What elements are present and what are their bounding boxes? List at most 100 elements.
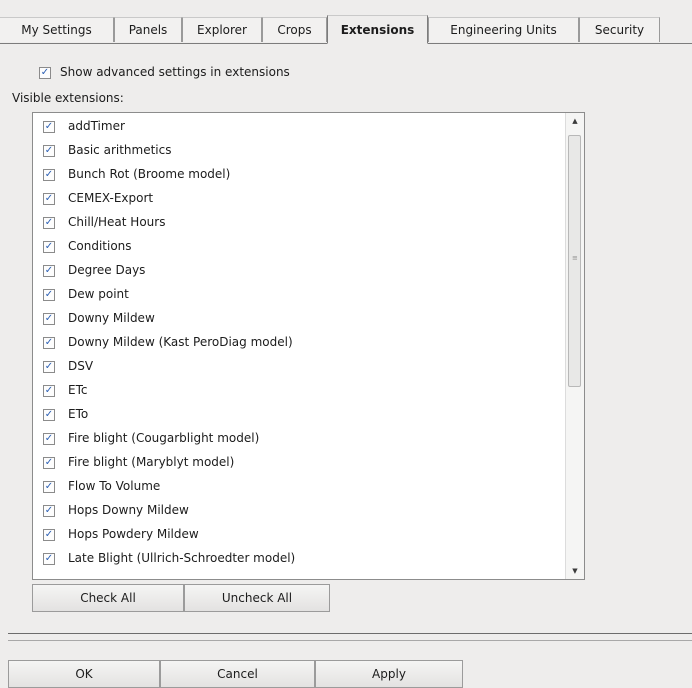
checkmark-icon: ✓ bbox=[44, 505, 54, 516]
checkmark-icon: ✓ bbox=[44, 385, 54, 396]
checkmark-icon: ✓ bbox=[44, 553, 54, 564]
checkmark-icon: ✓ bbox=[40, 67, 50, 78]
tab-security[interactable]: Security bbox=[579, 17, 660, 42]
checkbox[interactable]: ✓ bbox=[43, 217, 55, 229]
checkbox[interactable]: ✓ bbox=[43, 241, 55, 253]
list-item[interactable]: ✓ Fire blight (Maryblyt model) bbox=[33, 451, 563, 475]
list-item-label: Dew point bbox=[68, 287, 129, 301]
extensions-list[interactable]: ✓ addTimer ✓ Basic arithmetics ✓ Bunch Rot … bbox=[32, 112, 585, 580]
advanced-settings-label: Show advanced settings in extensions bbox=[60, 65, 290, 79]
checkbox[interactable]: ✓ bbox=[43, 385, 55, 397]
checkmark-icon: ✓ bbox=[44, 169, 54, 180]
checkbox[interactable]: ✓ bbox=[43, 121, 55, 133]
list-item[interactable]: ✓ Hops Downy Mildew bbox=[33, 499, 563, 523]
checkmark-icon: ✓ bbox=[44, 265, 54, 276]
tab-extensions[interactable]: Extensions bbox=[327, 15, 428, 44]
list-item[interactable]: ✓ ETc bbox=[33, 379, 563, 403]
checkbox[interactable]: ✓ bbox=[43, 193, 55, 205]
list-item[interactable]: ✓ ETo bbox=[33, 403, 563, 427]
checkmark-icon: ✓ bbox=[44, 217, 54, 228]
checkmark-icon: ✓ bbox=[44, 457, 54, 468]
list-item-label: DSV bbox=[68, 359, 94, 373]
list-item[interactable]: ✓ Conditions bbox=[33, 235, 563, 259]
grip-icon: ≡ bbox=[572, 254, 578, 262]
checkbox[interactable]: ✓ bbox=[43, 457, 55, 469]
list-item-label: ETc bbox=[68, 383, 88, 397]
checkbox[interactable]: ✓ bbox=[43, 433, 55, 445]
list-item-label: Downy Mildew bbox=[68, 311, 155, 325]
checkbox[interactable]: ✓ bbox=[43, 529, 55, 541]
list-item-label: Flow To Volume bbox=[68, 479, 161, 493]
tab-my-settings[interactable]: My Settings bbox=[0, 17, 114, 42]
uncheck-all-button[interactable]: Uncheck All bbox=[184, 584, 330, 612]
apply-button[interactable]: Apply bbox=[315, 660, 463, 688]
list-item-label: Hops Powdery Mildew bbox=[68, 527, 199, 541]
check-all-button[interactable]: Check All bbox=[32, 584, 184, 612]
list-item-label: Chill/Heat Hours bbox=[68, 215, 166, 229]
list-item-label: addTimer bbox=[68, 119, 125, 133]
visible-extensions-label: Visible extensions: bbox=[12, 91, 124, 105]
checkmark-icon: ✓ bbox=[44, 337, 54, 348]
cancel-button[interactable]: Cancel bbox=[160, 660, 315, 688]
list-item[interactable]: ✓ Downy Mildew (Kast PeroDiag model) bbox=[33, 331, 563, 355]
list-item-label: Fire blight (Maryblyt model) bbox=[68, 455, 235, 469]
checkmark-icon: ✓ bbox=[44, 289, 54, 300]
tab-crops[interactable]: Crops bbox=[262, 17, 327, 42]
list-item[interactable]: ✓ addTimer bbox=[33, 115, 563, 139]
list-item[interactable]: ✓ Basic arithmetics bbox=[33, 139, 563, 163]
list-item[interactable]: ✓ Hops Powdery Mildew bbox=[33, 523, 563, 547]
list-item[interactable]: ✓ Bunch Rot (Broome model) bbox=[33, 163, 563, 187]
list-item[interactable]: ✓ Downy Mildew bbox=[33, 307, 563, 331]
tab-explorer[interactable]: Explorer bbox=[182, 17, 262, 42]
checkmark-icon: ✓ bbox=[44, 409, 54, 420]
checkbox[interactable]: ✓ bbox=[43, 505, 55, 517]
list-item[interactable]: ✓ CEMEX-Export bbox=[33, 187, 563, 211]
checkbox[interactable]: ✓ bbox=[43, 553, 55, 565]
checkmark-icon: ✓ bbox=[44, 145, 54, 156]
checkbox[interactable]: ✓ bbox=[43, 169, 55, 181]
checkbox[interactable]: ✓ bbox=[43, 265, 55, 277]
ok-button[interactable]: OK bbox=[8, 660, 160, 688]
checkbox[interactable]: ✓ bbox=[43, 145, 55, 157]
divider bbox=[8, 633, 692, 634]
checkmark-icon: ✓ bbox=[44, 361, 54, 372]
checkmark-icon: ✓ bbox=[44, 529, 54, 540]
list-item-label: CEMEX-Export bbox=[68, 191, 154, 205]
tab-engineering-units[interactable]: Engineering Units bbox=[428, 17, 579, 42]
list-item[interactable]: ✓ Dew point bbox=[33, 283, 563, 307]
list-item-label: Basic arithmetics bbox=[68, 143, 172, 157]
advanced-settings-checkbox[interactable]: ✓ bbox=[39, 67, 51, 79]
list-item-label: Hops Downy Mildew bbox=[68, 503, 189, 517]
list-item[interactable]: ✓ Late Blight (Ullrich-Schroedter model) bbox=[33, 547, 563, 571]
checkbox[interactable]: ✓ bbox=[43, 409, 55, 421]
down-arrow-icon[interactable]: ▼ bbox=[566, 563, 584, 579]
checkmark-icon: ✓ bbox=[44, 481, 54, 492]
scrollbar-thumb[interactable]: ≡ bbox=[568, 135, 581, 387]
checkbox[interactable]: ✓ bbox=[43, 481, 55, 493]
checkbox[interactable]: ✓ bbox=[43, 289, 55, 301]
checkmark-icon: ✓ bbox=[44, 241, 54, 252]
up-arrow-icon[interactable]: ▲ bbox=[566, 113, 584, 129]
checkmark-icon: ✓ bbox=[44, 313, 54, 324]
list-item-label: Fire blight (Cougarblight model) bbox=[68, 431, 260, 445]
list-item[interactable]: ✓ Degree Days bbox=[33, 259, 563, 283]
list-item-label: Bunch Rot (Broome model) bbox=[68, 167, 231, 181]
list-item[interactable]: ✓ Fire blight (Cougarblight model) bbox=[33, 427, 563, 451]
list-item[interactable]: ✓ DSV bbox=[33, 355, 563, 379]
checkmark-icon: ✓ bbox=[44, 121, 54, 132]
list-item-label: Conditions bbox=[68, 239, 132, 253]
vertical-scrollbar[interactable]: ▲ ≡ ▼ bbox=[565, 113, 584, 579]
list-item-label: ETo bbox=[68, 407, 89, 421]
checkmark-icon: ✓ bbox=[44, 433, 54, 444]
checkbox[interactable]: ✓ bbox=[43, 337, 55, 349]
divider bbox=[8, 640, 692, 641]
tab-bar: My Settings Panels Explorer Crops Extens… bbox=[0, 0, 692, 44]
list-item[interactable]: ✓ Chill/Heat Hours bbox=[33, 211, 563, 235]
checkbox[interactable]: ✓ bbox=[43, 361, 55, 373]
checkbox[interactable]: ✓ bbox=[43, 313, 55, 325]
list-item-label: Degree Days bbox=[68, 263, 146, 277]
tab-panels[interactable]: Panels bbox=[114, 17, 182, 42]
list-item-label: Downy Mildew (Kast PeroDiag model) bbox=[68, 335, 293, 349]
list-item[interactable]: ✓ Flow To Volume bbox=[33, 475, 563, 499]
checkmark-icon: ✓ bbox=[44, 193, 54, 204]
